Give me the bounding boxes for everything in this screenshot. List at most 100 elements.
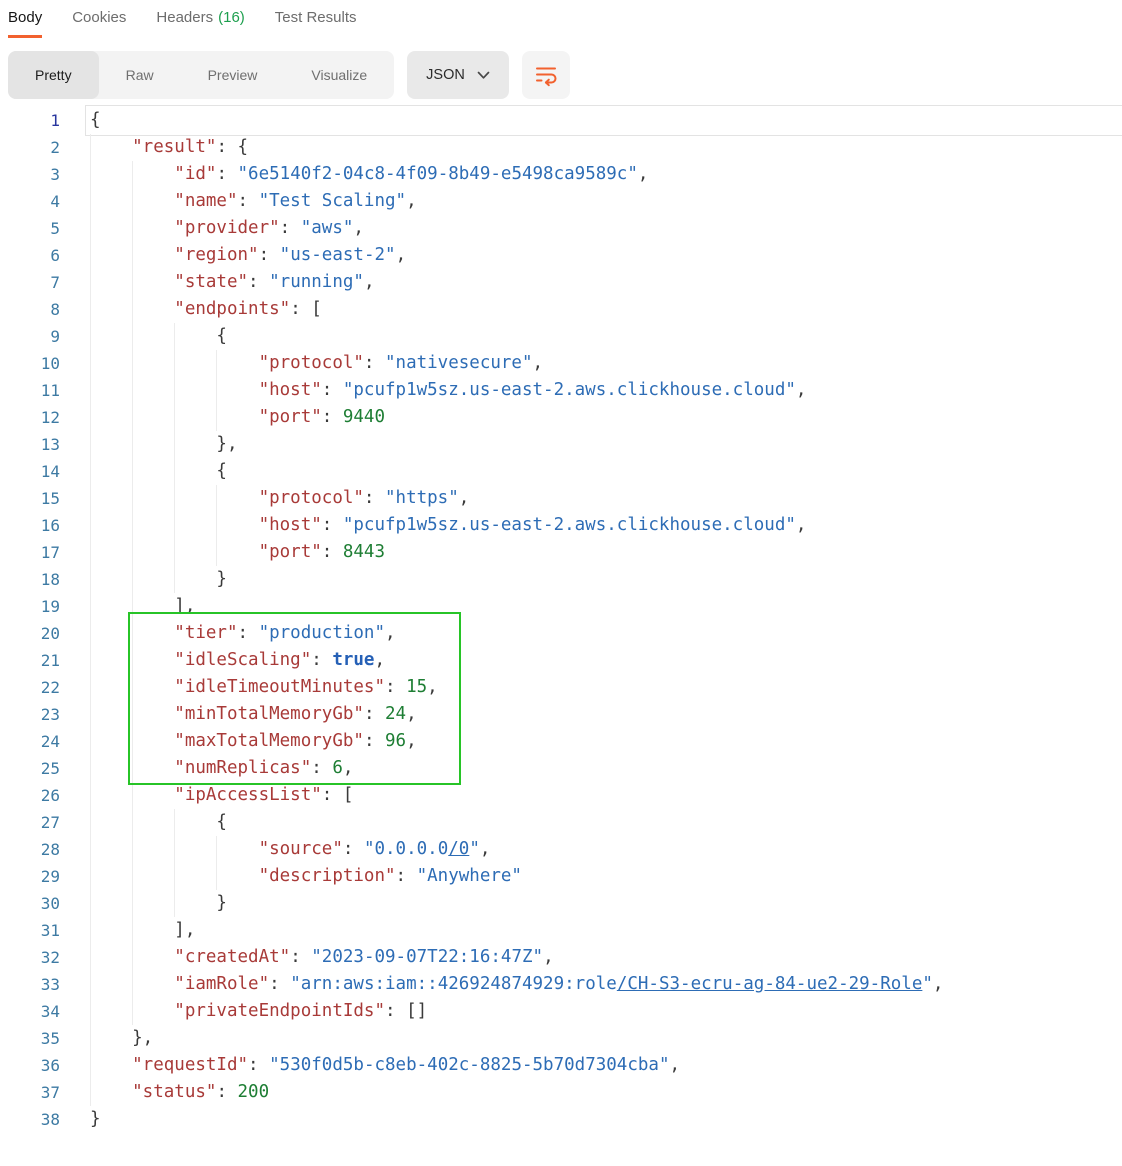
token-punctuation: { (216, 461, 227, 481)
indent-guide (132, 404, 174, 431)
wrap-text-button[interactable] (522, 51, 570, 99)
token-key: "state" (174, 272, 248, 292)
token-punctuation: , (374, 650, 385, 670)
tab-label: Cookies (72, 9, 126, 26)
token-link[interactable]: /0 (448, 839, 469, 859)
indent-guide (90, 809, 132, 836)
token-key: "result" (132, 137, 216, 157)
token-punctuation: , (480, 839, 491, 859)
line-number: 37 (0, 1079, 60, 1106)
indent-guide (132, 647, 174, 674)
token-key: "host" (259, 380, 322, 400)
token-string: "2023-09-07T22:16:47Z" (311, 947, 543, 967)
indent-guide (90, 728, 132, 755)
indent-guide (132, 350, 174, 377)
code-line: 18} (0, 566, 1122, 593)
token-string: "running" (269, 272, 364, 292)
token-punctuation: : (216, 1082, 237, 1102)
code-line: 38} (0, 1106, 1122, 1133)
token-punctuation: : (290, 299, 311, 319)
code-line: 3"id": "6e5140f2-04c8-4f09-8b49-e5498ca9… (0, 161, 1122, 188)
token-key: "port" (259, 407, 322, 427)
token-string: "nativesecure" (385, 353, 533, 373)
line-number: 18 (0, 566, 60, 593)
token-string: "0.0.0.0 (364, 839, 448, 859)
token-number: 9440 (343, 407, 385, 427)
token-punctuation: : (322, 380, 343, 400)
token-link[interactable]: /CH-S3-ecru-ag-84-ue2-29-Role (617, 974, 923, 994)
line-number: 22 (0, 674, 60, 701)
tab-headers[interactable]: Headers(16) (156, 9, 244, 35)
line-number: 20 (0, 620, 60, 647)
code-line: 27{ (0, 809, 1122, 836)
indent-guide (174, 863, 216, 890)
token-punctuation: : (238, 191, 259, 211)
token-punctuation: : (322, 515, 343, 535)
indent-guide (132, 431, 174, 458)
token-string: "https" (385, 488, 459, 508)
token-key: "minTotalMemoryGb" (174, 704, 364, 724)
line-number: 30 (0, 890, 60, 917)
view-preview-button[interactable]: Preview (181, 51, 285, 99)
token-punctuation: : (364, 488, 385, 508)
token-punctuation: , (796, 515, 807, 535)
indent-guide (132, 161, 174, 188)
response-body-editor[interactable]: 1{2"result": {3"id": "6e5140f2-04c8-4f09… (0, 107, 1122, 1133)
tab-test-results[interactable]: Test Results (275, 9, 357, 35)
token-punctuation: }, (216, 434, 237, 454)
indent-guide (174, 323, 216, 350)
indent-guide (216, 512, 258, 539)
indent-guide (174, 890, 216, 917)
indent-guide (132, 512, 174, 539)
indent-guide (90, 593, 132, 620)
indent-guide (90, 215, 132, 242)
code-line: 2"result": { (0, 134, 1122, 161)
view-raw-button[interactable]: Raw (99, 51, 181, 99)
code-line: 7"state": "running", (0, 269, 1122, 296)
indent-guide (90, 431, 132, 458)
line-number: 4 (0, 188, 60, 215)
body-view-toolbar: Pretty Raw Preview Visualize JSON (8, 51, 1122, 99)
code-line: 13}, (0, 431, 1122, 458)
token-punctuation: }, (132, 1028, 153, 1048)
token-punctuation: : (364, 731, 385, 751)
indent-guide (132, 323, 174, 350)
token-punctuation: , (385, 623, 396, 643)
token-punctuation: , (406, 731, 417, 751)
view-visualize-button[interactable]: Visualize (284, 51, 394, 99)
indent-guide (174, 539, 216, 566)
token-punctuation: : (248, 272, 269, 292)
view-mode-group: Pretty Raw Preview Visualize (8, 51, 394, 99)
token-punctuation: , (533, 353, 544, 373)
code-line: 8"endpoints": [ (0, 296, 1122, 323)
indent-guide (90, 242, 132, 269)
token-key: "description" (259, 866, 396, 886)
view-pretty-button[interactable]: Pretty (8, 51, 99, 99)
indent-guide (174, 566, 216, 593)
token-number: 6 (332, 758, 343, 778)
indent-guide (132, 242, 174, 269)
indent-guide (216, 485, 258, 512)
code-line: 35}, (0, 1025, 1122, 1052)
token-punctuation: : (238, 623, 259, 643)
code-line: 19], (0, 593, 1122, 620)
tab-cookies[interactable]: Cookies (72, 9, 126, 35)
token-punctuation: : (290, 947, 311, 967)
code-line: 1{ (0, 107, 1122, 134)
indent-guide (132, 485, 174, 512)
indent-guide (174, 404, 216, 431)
token-punctuation: , (933, 974, 944, 994)
indent-guide (216, 836, 258, 863)
line-number: 7 (0, 269, 60, 296)
tab-body[interactable]: Body (8, 9, 42, 38)
line-number: 24 (0, 728, 60, 755)
code-line: 15"protocol": "https", (0, 485, 1122, 512)
token-punctuation: { (238, 137, 249, 157)
indent-guide (132, 620, 174, 647)
code-line: 4"name": "Test Scaling", (0, 188, 1122, 215)
language-select[interactable]: JSON (407, 51, 509, 99)
indent-guide (174, 350, 216, 377)
indent-guide (132, 782, 174, 809)
token-punctuation: } (90, 1109, 101, 1129)
token-number: 24 (385, 704, 406, 724)
